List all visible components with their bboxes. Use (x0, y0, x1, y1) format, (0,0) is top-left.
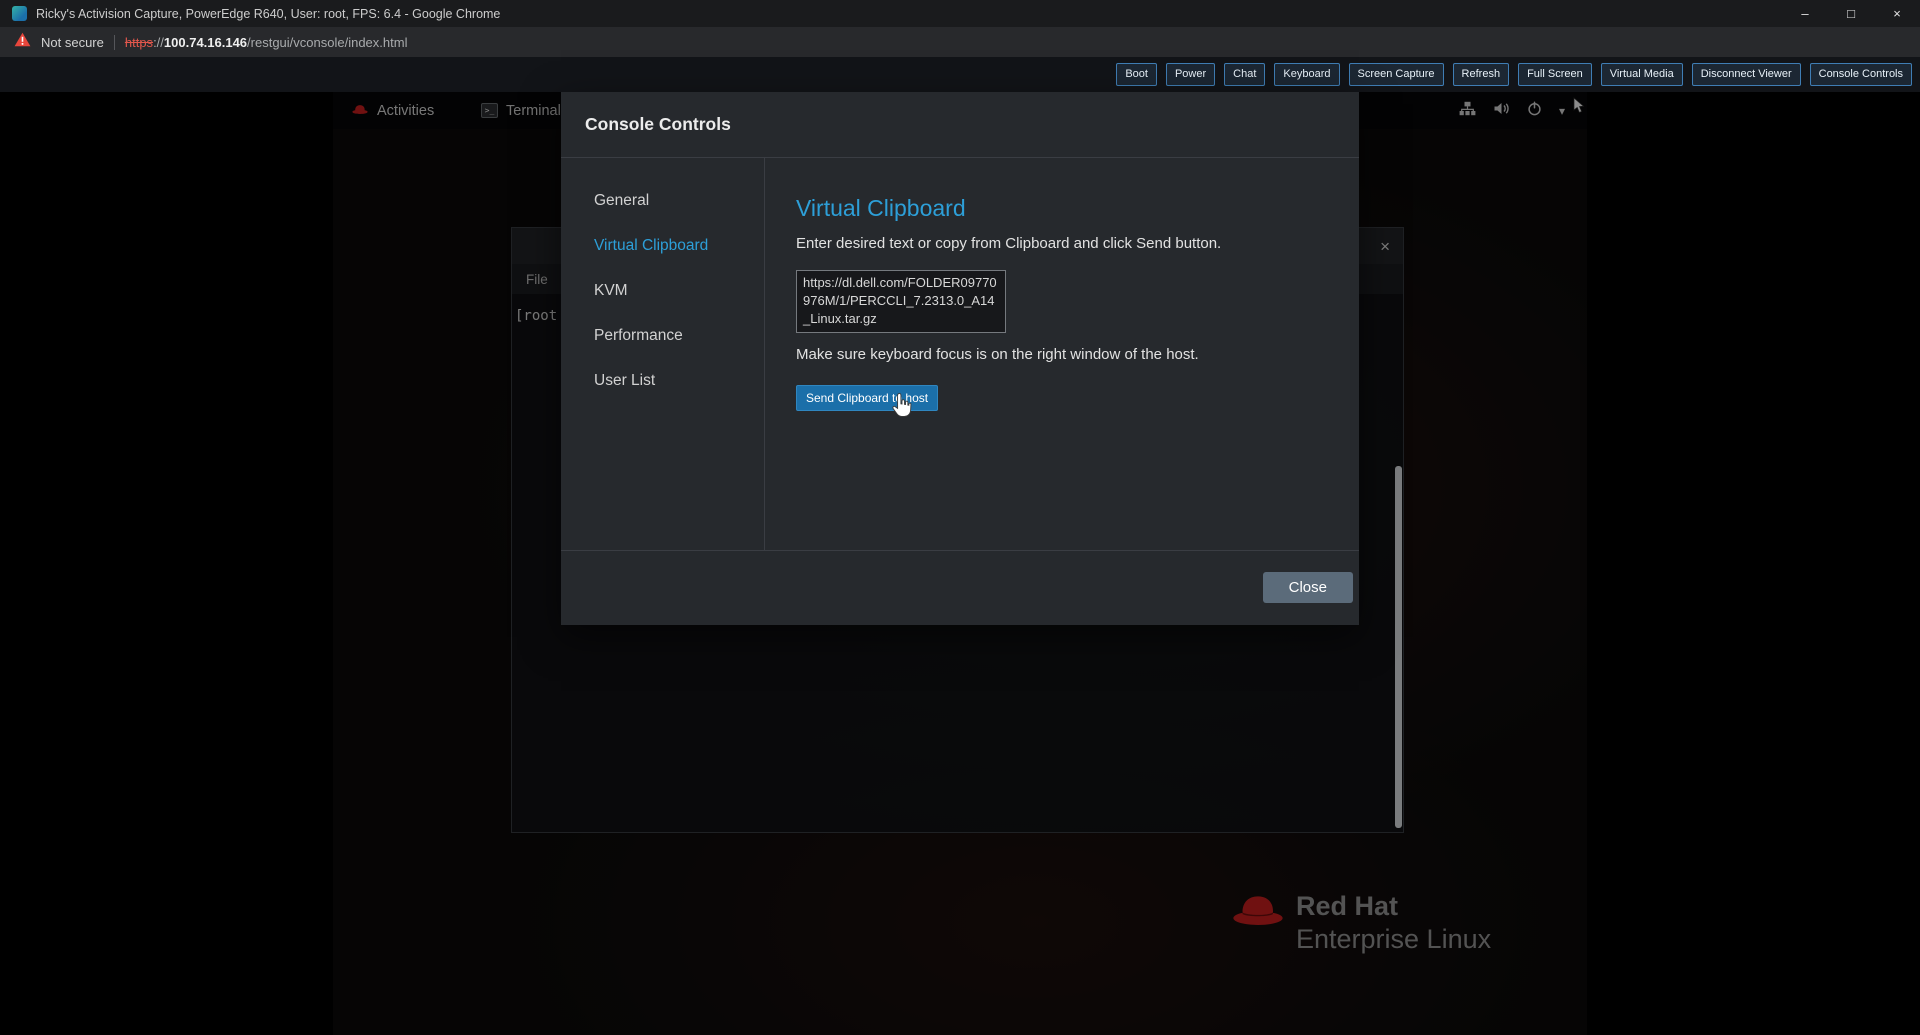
url-path: /restgui/vconsole/index.html (247, 35, 407, 50)
network-icon (1459, 101, 1476, 121)
terminal-close-icon: × (1380, 238, 1390, 255)
warning-icon (14, 32, 31, 52)
instruction-text: Enter desired text or copy from Clipboar… (796, 235, 1359, 253)
focused-app-indicator: >_ Terminal (481, 103, 561, 119)
activities-button: Activities (351, 103, 434, 119)
volume-icon (1493, 101, 1510, 121)
dialog-close-button[interactable]: Close (1263, 572, 1353, 603)
tab-user-list[interactable]: User List (561, 358, 764, 403)
url-domain: 100.74.16.146 (164, 35, 247, 50)
tab-performance[interactable]: Performance (561, 313, 764, 358)
disconnect-viewer-button[interactable]: Disconnect Viewer (1692, 63, 1801, 86)
dialog-footer: Close (561, 550, 1359, 624)
chevron-down-icon: ▾ (1559, 104, 1565, 118)
url-separator: :// (153, 35, 164, 50)
terminal-icon: >_ (481, 103, 498, 118)
clipboard-textarea[interactable]: https://dl.dell.com/FOLDER09770976M/1/PE… (796, 270, 1006, 333)
window-controls: – □ × (1782, 0, 1920, 27)
logo-line2: Enterprise Linux (1296, 923, 1491, 956)
tab-general-label: General (594, 192, 649, 210)
focused-app-label: Terminal (506, 103, 561, 119)
dialog-sidebar: General Virtual Clipboard KVM Performanc… (561, 158, 765, 550)
section-heading: Virtual Clipboard (796, 195, 1359, 222)
send-clipboard-button[interactable]: Send Clipboard to host (796, 385, 938, 411)
security-url-bar: Not secure https://100.74.16.146/restgui… (0, 27, 1920, 57)
tab-kvm[interactable]: KVM (561, 268, 764, 313)
console-controls-dialog: Console Controls General Virtual Clipboa… (561, 92, 1359, 625)
terminal-menu-file: File (526, 272, 548, 287)
minimize-button[interactable]: – (1782, 0, 1828, 27)
tab-virtual-clipboard-label: Virtual Clipboard (594, 237, 708, 255)
redhat-icon (351, 103, 369, 119)
divider (114, 35, 115, 50)
system-tray: ▾ (1459, 92, 1565, 129)
boot-button[interactable]: Boot (1116, 63, 1157, 86)
screen-capture-button[interactable]: Screen Capture (1349, 63, 1444, 86)
focus-note-text: Make sure keyboard focus is on the right… (796, 346, 1359, 364)
mouse-hand-cursor-icon (890, 392, 913, 423)
refresh-button[interactable]: Refresh (1453, 63, 1510, 86)
browser-titlebar: Ricky's Activision Capture, PowerEdge R6… (0, 0, 1920, 27)
console-controls-button[interactable]: Console Controls (1810, 63, 1912, 86)
rhel-wallpaper-logo: Red Hat Enterprise Linux (1229, 890, 1491, 956)
logo-line1: Red Hat (1296, 890, 1491, 923)
terminal-scrollbar (1395, 466, 1402, 828)
virtual-media-button[interactable]: Virtual Media (1601, 63, 1683, 86)
chat-button[interactable]: Chat (1224, 63, 1265, 86)
activities-label: Activities (377, 103, 434, 119)
maximize-button[interactable]: □ (1828, 0, 1874, 27)
keyboard-button[interactable]: Keyboard (1274, 63, 1339, 86)
terminal-prompt: [root (515, 308, 557, 324)
tab-virtual-clipboard[interactable]: Virtual Clipboard (561, 223, 764, 268)
tab-kvm-label: KVM (594, 282, 628, 300)
console-toolbar: Boot Power Chat Keyboard Screen Capture … (0, 57, 1920, 92)
favicon-icon (12, 6, 27, 21)
full-screen-button[interactable]: Full Screen (1518, 63, 1592, 86)
redhat-logo-hat-icon (1229, 890, 1287, 933)
power-icon (1527, 101, 1542, 121)
tab-user-list-label: User List (594, 372, 655, 390)
close-button[interactable]: × (1874, 0, 1920, 27)
not-secure-label[interactable]: Not secure (41, 35, 104, 50)
tab-general[interactable]: General (561, 178, 764, 223)
remote-cursor-icon (1573, 97, 1586, 119)
window-title: Ricky's Activision Capture, PowerEdge R6… (36, 7, 500, 21)
dialog-body: General Virtual Clipboard KVM Performanc… (561, 158, 1359, 550)
url-scheme: https (125, 35, 153, 50)
power-button[interactable]: Power (1166, 63, 1215, 86)
page-url: https://100.74.16.146/restgui/vconsole/i… (125, 35, 408, 50)
dialog-content: Virtual Clipboard Enter desired text or … (765, 158, 1359, 550)
tab-performance-label: Performance (594, 327, 683, 345)
dialog-title: Console Controls (561, 92, 1359, 158)
